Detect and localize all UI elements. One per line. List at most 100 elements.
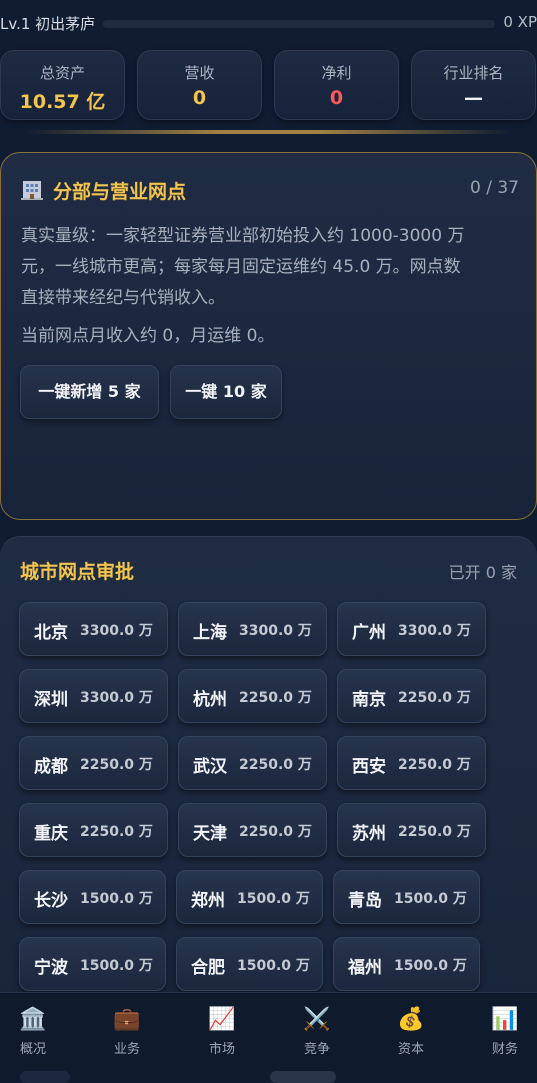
city-price: 1500.0 万 [237,891,310,907]
city-button[interactable]: 青岛 1500.0 万 [333,870,480,924]
nav-tab-1[interactable]: 💼 业务 [91,1007,163,1057]
current-branch-status: 当前网点月收入约 0，月运维 0。 [21,326,275,346]
city-price: 3300.0 万 [80,623,153,639]
nav-edge [270,1071,336,1083]
nav-label: 竞争 [303,1042,330,1057]
city-button[interactable]: 福州 1500.0 万 [333,937,480,991]
bar-chart-icon: 📊 [491,1007,519,1032]
city-price: 3300.0 万 [398,623,471,639]
money-bag-icon: 💰 [397,1007,425,1032]
city-price: 2250.0 万 [398,824,471,840]
city-button[interactable]: 上海 3300.0 万 [178,602,327,656]
city-name: 苏州 [352,824,386,844]
building-icon [21,181,43,200]
city-name: 长沙 [34,891,68,911]
city-button[interactable]: 郑州 1500.0 万 [176,870,323,924]
city-name: 郑州 [191,891,225,911]
level-label: Lv.1 初出茅庐 [0,15,96,33]
nav-tab-3[interactable]: ⚔️ 竞争 [281,1007,353,1057]
stat-industry-rank: 行业排名 — [411,50,536,120]
xp-progress-bar [103,20,495,28]
nav-label: 资本 [397,1042,424,1057]
stat-value: 0 [192,87,207,109]
nav-label: 概况 [19,1042,46,1057]
city-name: 杭州 [193,690,227,710]
city-name: 成都 [34,757,68,777]
city-name: 宁波 [34,958,68,978]
city-name: 上海 [193,623,227,643]
stat-label: 净利 [321,64,352,82]
stat-label: 营收 [184,64,215,82]
city-price: 2250.0 万 [398,757,471,773]
city-button[interactable]: 宁波 1500.0 万 [19,937,166,991]
city-name: 重庆 [34,824,68,844]
nav-label: 财务 [491,1042,518,1057]
nav-tab-2[interactable]: 📈 市场 [186,1007,258,1057]
city-approval-title: 城市网点审批 [20,561,135,583]
city-price: 2250.0 万 [239,690,312,706]
xp-value: 0 XP [503,13,537,31]
city-name: 天津 [193,824,227,844]
city-name: 南京 [352,690,386,710]
city-button[interactable]: 北京 3300.0 万 [19,602,168,656]
desc-line: 直接带来经纪与代销收入。 [21,288,225,308]
branch-title: 分部与营业网点 [53,181,187,203]
city-price: 2250.0 万 [239,824,312,840]
city-button[interactable]: 苏州 2250.0 万 [337,803,486,857]
city-button[interactable]: 武汉 2250.0 万 [178,736,327,790]
branch-description: 真实量级：一家轻型证券营业部初始投入约 1000-3000 万 元，一线城市更高… [21,221,521,314]
city-price: 3300.0 万 [239,623,312,639]
city-button[interactable]: 长沙 1500.0 万 [19,870,166,924]
city-price: 1500.0 万 [80,891,153,907]
city-button[interactable]: 深圳 3300.0 万 [19,669,168,723]
bottom-nav: 🏛️ 概况 💼 业务 📈 市场 ⚔️ 竞争 💰 资本 📊 财务 [0,992,537,1081]
add-5-branches-button[interactable]: 一键新增 5 家 [20,365,159,419]
nav-tab-0[interactable]: 🏛️ 概况 [0,1007,69,1057]
opened-count: 已开 0 家 [448,563,517,582]
city-button[interactable]: 天津 2250.0 万 [178,803,327,857]
city-name: 西安 [352,757,386,777]
divider [26,130,511,134]
stat-total-assets: 总资产 10.57 亿 [0,50,125,120]
city-name: 合肥 [191,958,225,978]
city-name: 武汉 [193,757,227,777]
xp-progress-row: Lv.1 初出茅庐 0 XP [0,10,537,36]
city-name: 深圳 [34,690,68,710]
add-10-branches-button[interactable]: 一键 10 家 [170,365,282,419]
city-price: 2250.0 万 [80,824,153,840]
stat-revenue: 营收 0 [137,50,262,120]
desc-line: 元，一线城市更高；每家每月固定运维约 45.0 万。网点数 [21,257,461,277]
city-price: 1500.0 万 [80,958,153,974]
city-price: 2250.0 万 [80,757,153,773]
city-price: 3300.0 万 [80,690,153,706]
city-button[interactable]: 杭州 2250.0 万 [178,669,327,723]
swords-icon: ⚔️ [303,1007,331,1032]
city-button[interactable]: 南京 2250.0 万 [337,669,486,723]
stat-value: 10.57 亿 [19,91,106,113]
city-button[interactable]: 合肥 1500.0 万 [176,937,323,991]
city-price: 1500.0 万 [394,891,467,907]
branch-count: 0 / 37 [470,178,519,198]
nav-tab-5[interactable]: 📊 财务 [469,1007,537,1057]
nav-edge [20,1071,70,1083]
city-name: 福州 [348,958,382,978]
city-button[interactable]: 广州 3300.0 万 [337,602,486,656]
city-price: 2250.0 万 [239,757,312,773]
chart-icon: 📈 [208,1007,236,1032]
stat-net-profit: 净利 0 [274,50,399,120]
stat-value: 0 [329,87,344,109]
nav-tab-4[interactable]: 💰 资本 [375,1007,447,1057]
city-button[interactable]: 重庆 2250.0 万 [19,803,168,857]
city-button[interactable]: 西安 2250.0 万 [337,736,486,790]
city-price: 2250.0 万 [398,690,471,706]
city-price: 1500.0 万 [237,958,310,974]
city-button[interactable]: 成都 2250.0 万 [19,736,168,790]
stat-value: — [464,87,483,109]
city-name: 青岛 [348,891,382,911]
desc-line: 真实量级：一家轻型证券营业部初始投入约 1000-3000 万 [21,226,465,246]
city-name: 广州 [352,623,386,643]
branch-card: 分部与营业网点 0 / 37 真实量级：一家轻型证券营业部初始投入约 1000-… [0,152,537,520]
city-price: 1500.0 万 [394,958,467,974]
city-name: 北京 [34,623,68,643]
bank-icon: 🏛️ [19,1007,47,1032]
